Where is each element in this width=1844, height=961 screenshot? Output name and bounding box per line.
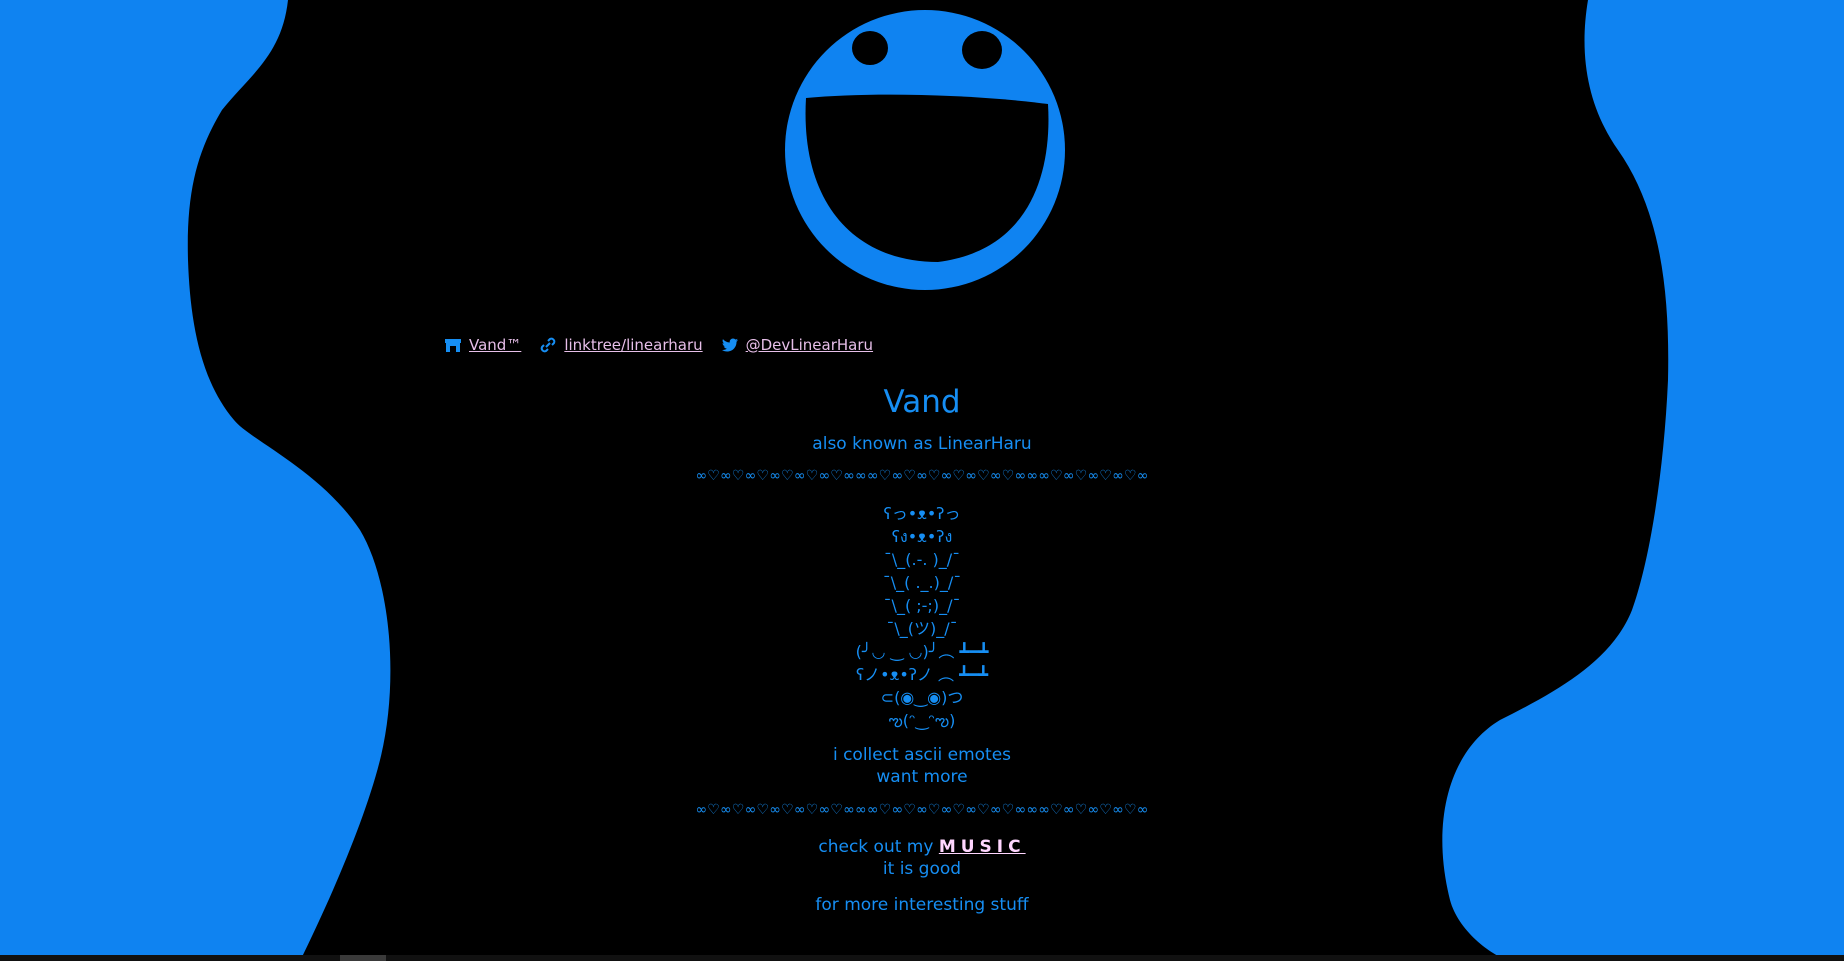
smiley-face-icon	[785, 10, 1065, 290]
footer-text: for more interesting stuff	[622, 894, 1222, 916]
horizontal-scrollbar[interactable]	[0, 955, 1844, 961]
emote-item: ʕง•ᴥ•ʔง	[891, 527, 953, 546]
emote-list: ʕっ•ᴥ•ʔっ ʕง•ᴥ•ʔง ¯\_(.-. )_/¯ ¯\_( ._.)_/…	[622, 502, 1222, 732]
music-link[interactable]: MUSIC	[939, 837, 1026, 857]
emote-item: ⊂(◉‿◉)つ	[880, 688, 964, 707]
emote-item: ¯\_(.-. )_/¯	[883, 550, 961, 569]
scrollbar-thumb[interactable]	[340, 955, 386, 961]
emote-item: ఌ(ᵔ‿ᵔఌ)	[888, 711, 956, 730]
content-area: Vand™ linktree/linearharu @DevLinearHaru…	[0, 0, 1844, 961]
emote-item: ¯\_( ._.)_/¯	[882, 573, 962, 592]
music-prefix: check out my	[818, 837, 939, 857]
emote-item: (╯◡ ‿ ◡)╯︵ ┻━┻	[855, 642, 989, 661]
link-twitter[interactable]: @DevLinearHaru	[721, 336, 873, 354]
hearts-divider-2: ∞♡∞♡∞♡∞♡∞♡∞♡∞∞∞♡∞♡∞♡∞♡∞♡∞♡∞∞∞♡∞♡∞♡∞♡∞	[695, 802, 1149, 818]
emote-item: ʕっ•ᴥ•ʔっ	[883, 504, 961, 523]
music-line-1: check out my MUSIC	[622, 836, 1222, 858]
link-vand-label[interactable]: Vand™	[469, 336, 521, 354]
collect-line-2: want more	[876, 767, 968, 787]
itch-store-icon	[445, 339, 461, 352]
page-subtitle: also known as LinearHaru	[812, 434, 1032, 454]
page: Vand™ linktree/linearharu @DevLinearHaru…	[0, 0, 1844, 961]
link-linktree-label[interactable]: linktree/linearharu	[564, 336, 702, 354]
social-links: Vand™ linktree/linearharu @DevLinearHaru	[444, 336, 873, 354]
link-vand[interactable]: Vand™	[444, 336, 521, 354]
twitter-bird-icon	[721, 338, 738, 352]
collect-text: i collect ascii emotes want more	[622, 744, 1222, 788]
footer-line-1: for more interesting stuff	[815, 895, 1029, 915]
link-icon	[541, 337, 556, 353]
music-line-2: it is good	[882, 859, 962, 879]
emote-item: ¯\_( ;-;)_/¯	[883, 596, 961, 615]
collect-line-1: i collect ascii emotes	[832, 745, 1012, 765]
page-title: Vand	[883, 384, 961, 420]
emote-item: ʕノ•ᴥ•ʔノ ︵ ┻━┻	[856, 665, 988, 684]
link-twitter-label[interactable]: @DevLinearHaru	[746, 336, 873, 354]
hearts-divider: ∞♡∞♡∞♡∞♡∞♡∞♡∞∞∞♡∞♡∞♡∞♡∞♡∞♡∞∞∞♡∞♡∞♡∞♡∞	[695, 468, 1149, 484]
emote-item: ¯\_(ツ)_/¯	[886, 619, 958, 638]
profile-column: Vand also known as LinearHaru ∞♡∞♡∞♡∞♡∞♡…	[622, 376, 1222, 930]
link-linktree[interactable]: linktree/linearharu	[539, 336, 703, 354]
music-text: check out my MUSIC it is good	[622, 836, 1222, 880]
